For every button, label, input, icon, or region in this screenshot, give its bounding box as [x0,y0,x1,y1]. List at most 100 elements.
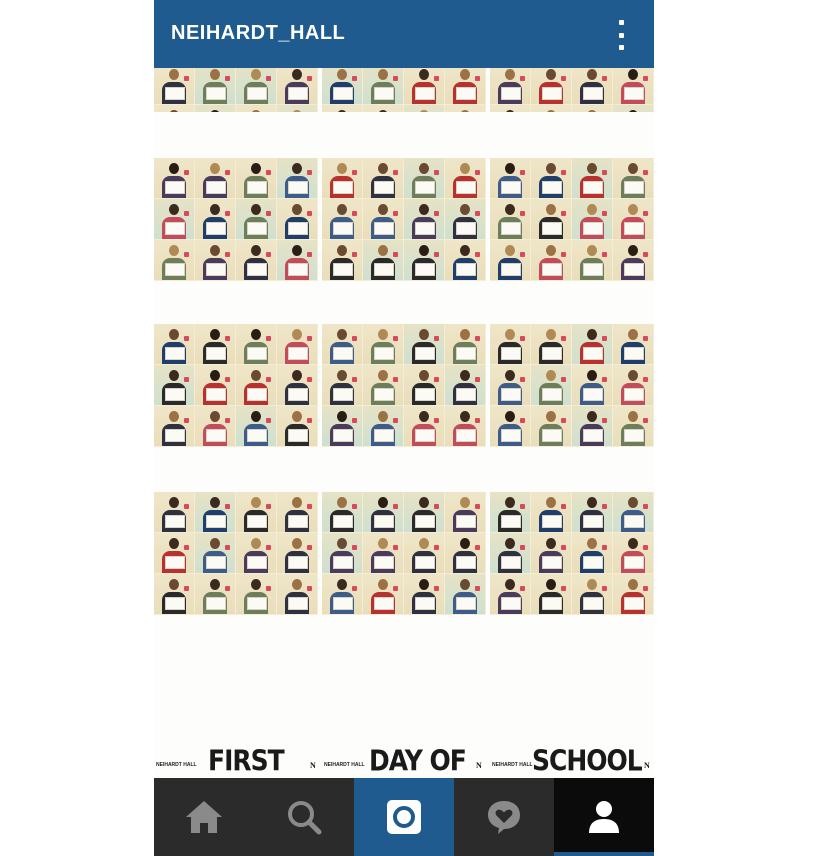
student-figure [378,579,388,590]
sign-card [333,347,353,360]
red-flag-marker [184,545,189,550]
student-figure [337,370,347,381]
red-flag-marker [475,336,480,341]
photo-tile[interactable] [154,492,318,615]
photo-cell [490,240,530,280]
student-figure [251,329,261,340]
photo-tile[interactable] [490,324,654,447]
red-flag-marker [352,377,357,382]
photo-cell [236,365,276,405]
kebab-menu-icon[interactable] [614,20,628,50]
student-figure [337,69,347,80]
nav-home-button[interactable] [154,778,254,856]
nav-search-button[interactable] [254,778,354,856]
photo-tile[interactable] [490,68,654,112]
red-flag-marker [184,418,189,423]
photo-cell [195,158,235,198]
student-figure [546,538,556,549]
student-figure [210,370,220,381]
photo-tile[interactable] [154,324,318,447]
student-figure [587,370,597,381]
nav-camera-button[interactable] [354,778,454,856]
photo-tile[interactable] [154,68,318,112]
photo-cell [363,240,403,280]
sign-card [206,429,226,442]
profile-username[interactable]: NEIHARDT_HALL [171,22,345,45]
photo-cell [572,324,612,364]
photo-cell [363,68,403,104]
student-figure [460,579,470,590]
student-figure [587,110,597,112]
sign-card [583,347,603,360]
student-figure [169,329,179,340]
nav-profile-button[interactable] [554,778,654,856]
photo-cell [277,68,317,104]
photo-cell [613,105,653,112]
student-figure [378,163,388,174]
sign-card [624,222,644,235]
photo-cell [531,105,571,112]
student-figure [505,497,515,508]
photo-cell [613,365,653,405]
caption-word-day-of: DAY OF [369,743,467,778]
student-figure [505,370,515,381]
sign-card [206,222,226,235]
sign-card [288,222,308,235]
sign-card [624,181,644,194]
red-flag-marker [561,76,566,81]
photo-tile[interactable] [322,68,486,112]
photo-cell [154,533,194,573]
photo-cell [322,492,362,532]
photo-cell [445,158,485,198]
sign-card [456,222,476,235]
photo-tile[interactable] [154,158,318,281]
sign-card [206,181,226,194]
photo-cell [531,68,571,104]
photo-cell [154,199,194,239]
red-flag-marker [307,211,312,216]
red-flag-marker [602,545,607,550]
photo-cell [154,406,194,446]
sign-card [415,388,435,401]
watermark-text: NEIHARDT HALL [156,762,197,768]
red-flag-marker [520,586,525,591]
photo-tile[interactable] [490,158,654,281]
photo-cell [363,492,403,532]
photo-cell [195,199,235,239]
photo-cell [404,365,444,405]
sign-card [456,347,476,360]
student-figure [292,497,302,508]
photo-cell [572,492,612,532]
red-flag-marker [643,211,648,216]
red-flag-marker [643,170,648,175]
student-figure [546,497,556,508]
photo-tile[interactable] [490,492,654,615]
red-flag-marker [475,545,480,550]
student-figure [210,69,220,80]
photo-cell [445,492,485,532]
student-figure [546,329,556,340]
search-icon [285,798,323,836]
photo-tile[interactable] [322,158,486,281]
photo-tile[interactable] [322,492,486,615]
sign-card [624,388,644,401]
photo-cell [572,68,612,104]
sign-card [542,556,562,569]
photo-cell [195,105,235,112]
camera-icon [385,798,423,836]
student-figure [546,370,556,381]
photo-cell [613,240,653,280]
sign-card [501,429,521,442]
sign-card [288,87,308,100]
red-flag-marker [561,170,566,175]
student-figure [169,538,179,549]
photo-cell [277,406,317,446]
nav-activity-button[interactable] [454,778,554,856]
student-figure [169,245,179,256]
student-figure [251,411,261,422]
sign-card [374,388,394,401]
watermark-logo: N [476,761,482,770]
photo-cell [404,406,444,446]
student-figure [169,163,179,174]
photo-tile[interactable] [322,324,486,447]
